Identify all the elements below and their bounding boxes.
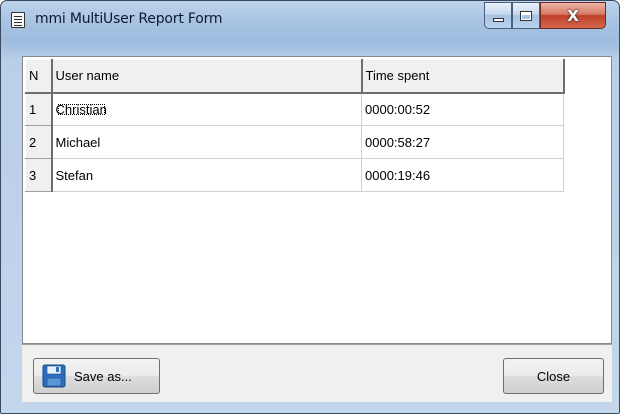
button-panel: Save as... Close xyxy=(22,344,612,402)
minimize-icon xyxy=(492,17,504,22)
window-title: mmi MultiUser Report Form xyxy=(35,11,223,27)
time-spent-cell[interactable]: 0000:58:27 xyxy=(361,125,564,159)
column-header-user-name[interactable]: User name xyxy=(51,59,363,94)
time-spent-cell[interactable]: 0000:00:52 xyxy=(361,92,564,126)
floppy-disk-icon xyxy=(42,364,66,388)
minimize-button[interactable] xyxy=(484,2,512,29)
save-as-label: Save as... xyxy=(74,368,132,384)
user-name-cell[interactable]: Michael xyxy=(51,125,362,159)
report-document-icon[interactable] xyxy=(11,12,25,28)
user-name-cell[interactable]: Stefan xyxy=(51,158,362,192)
row-number[interactable]: 3 xyxy=(25,158,53,192)
table-row[interactable]: 2 Michael 0000:58:27 xyxy=(25,125,564,159)
close-window-button[interactable]: X xyxy=(540,2,606,29)
column-header-time-spent[interactable]: Time spent xyxy=(361,59,565,94)
header-row: N User name Time spent xyxy=(25,59,565,94)
maximize-icon xyxy=(520,10,532,21)
table-row[interactable]: 1 Christian 0000:00:52 xyxy=(25,92,564,126)
close-label: Close xyxy=(536,368,571,384)
title-bar[interactable]: mmi MultiUser Report Form X xyxy=(1,1,619,39)
time-spent-cell[interactable]: 0000:19:46 xyxy=(361,158,564,192)
row-number[interactable]: 1 xyxy=(25,92,53,126)
user-name-cell[interactable]: Christian xyxy=(51,92,362,126)
save-as-button[interactable]: Save as... xyxy=(33,358,160,394)
user-name-value: Christian xyxy=(55,101,107,117)
report-table: N User name Time spent 1 Christian 0000:… xyxy=(25,59,565,192)
maximize-button[interactable] xyxy=(512,2,540,29)
close-button[interactable]: Close xyxy=(503,358,604,394)
table-row[interactable]: 3 Stefan 0000:19:46 xyxy=(25,158,564,192)
column-header-n[interactable]: N xyxy=(25,59,53,94)
report-grid[interactable]: N User name Time spent 1 Christian 0000:… xyxy=(22,56,612,344)
close-icon: X xyxy=(567,6,579,25)
row-number[interactable]: 2 xyxy=(25,125,53,159)
